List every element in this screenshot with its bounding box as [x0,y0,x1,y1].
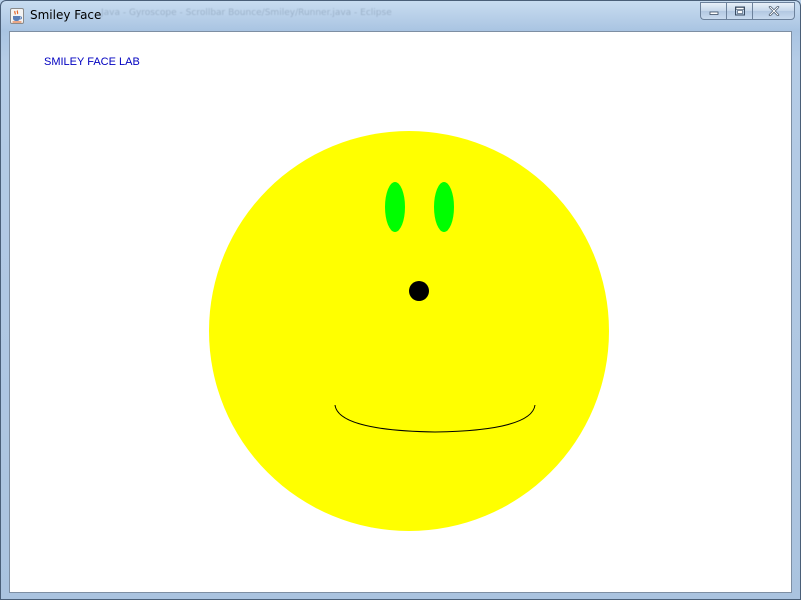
maximize-icon [734,6,745,16]
close-icon [768,6,779,16]
maximize-button[interactable] [726,2,752,20]
nose [409,281,429,301]
close-button[interactable] [752,2,795,20]
title-bar[interactable]: Smiley Face Java - Gyroscope - Scrollbar… [1,1,800,30]
left-eye [385,182,405,232]
face-circle [209,131,609,531]
background-window-title: Java - Gyroscope - Scrollbar Bounce/Smil… [101,8,392,18]
drawing-canvas: SMILEY FACE LAB [9,31,792,593]
window-title: Smiley Face [30,8,102,22]
smiley-face-drawing [209,131,609,531]
application-window: Smiley Face Java - Gyroscope - Scrollbar… [0,0,801,600]
right-eye [434,182,454,232]
minimize-icon [709,11,718,15]
minimize-button[interactable] [700,2,726,20]
caption-buttons [700,2,795,21]
java-coffee-cup-icon[interactable] [10,8,24,24]
